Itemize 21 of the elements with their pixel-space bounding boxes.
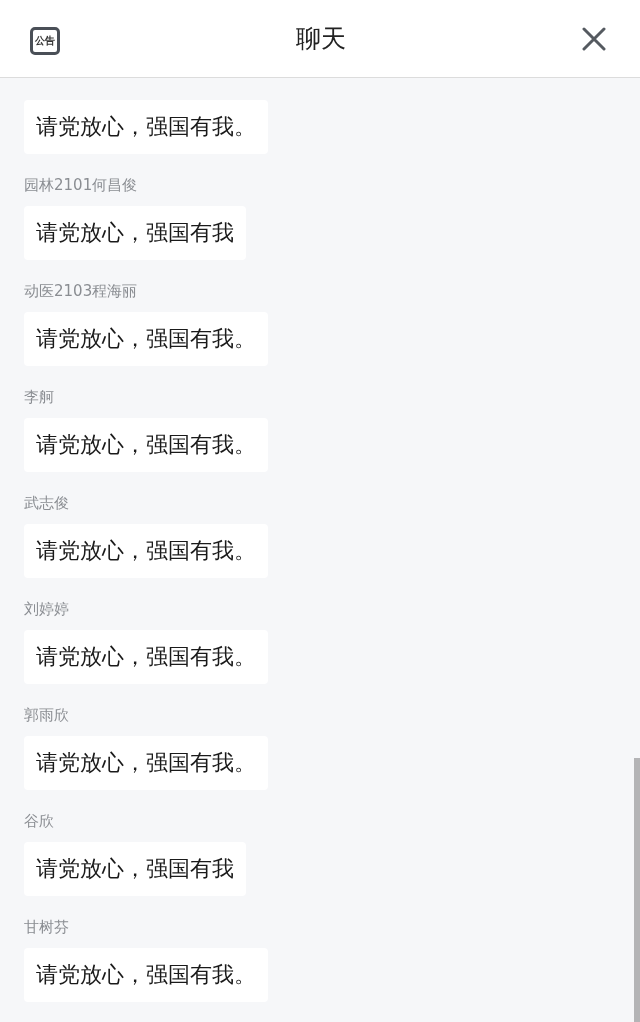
sender-name: 李舸 [24, 387, 54, 408]
scrollbar[interactable] [634, 758, 640, 1022]
message-bubble: 请党放心，强国有我。 [24, 418, 268, 472]
sender-name: 甘树芬 [24, 917, 69, 938]
message-bubble: 请党放心，强国有我 [24, 206, 246, 260]
window-title: 聊天 [296, 23, 346, 55]
message-bubble: 请党放心，强国有我。 [24, 524, 268, 578]
notice-icon[interactable]: 公告 [30, 26, 60, 55]
sender-name: 武志俊 [24, 493, 69, 514]
sender-name: 动医2103程海丽 [24, 281, 138, 302]
sender-name: 园林2101何昌俊 [24, 175, 138, 196]
message-bubble: 请党放心，强国有我。 [24, 100, 268, 154]
message-bubble: 请党放心，强国有我。 [24, 312, 268, 366]
message-bubble: 请党放心，强国有我。 [24, 948, 268, 1002]
sender-name: 郭雨欣 [24, 705, 69, 726]
sender-name: 刘婷婷 [24, 599, 69, 620]
message-bubble: 请党放心，强国有我 [24, 842, 246, 896]
message-bubble: 请党放心，强国有我。 [24, 630, 268, 684]
message-bubble: 请党放心，强国有我。 [24, 736, 268, 790]
sender-name: 谷欣 [24, 811, 54, 832]
close-icon[interactable] [582, 26, 606, 51]
